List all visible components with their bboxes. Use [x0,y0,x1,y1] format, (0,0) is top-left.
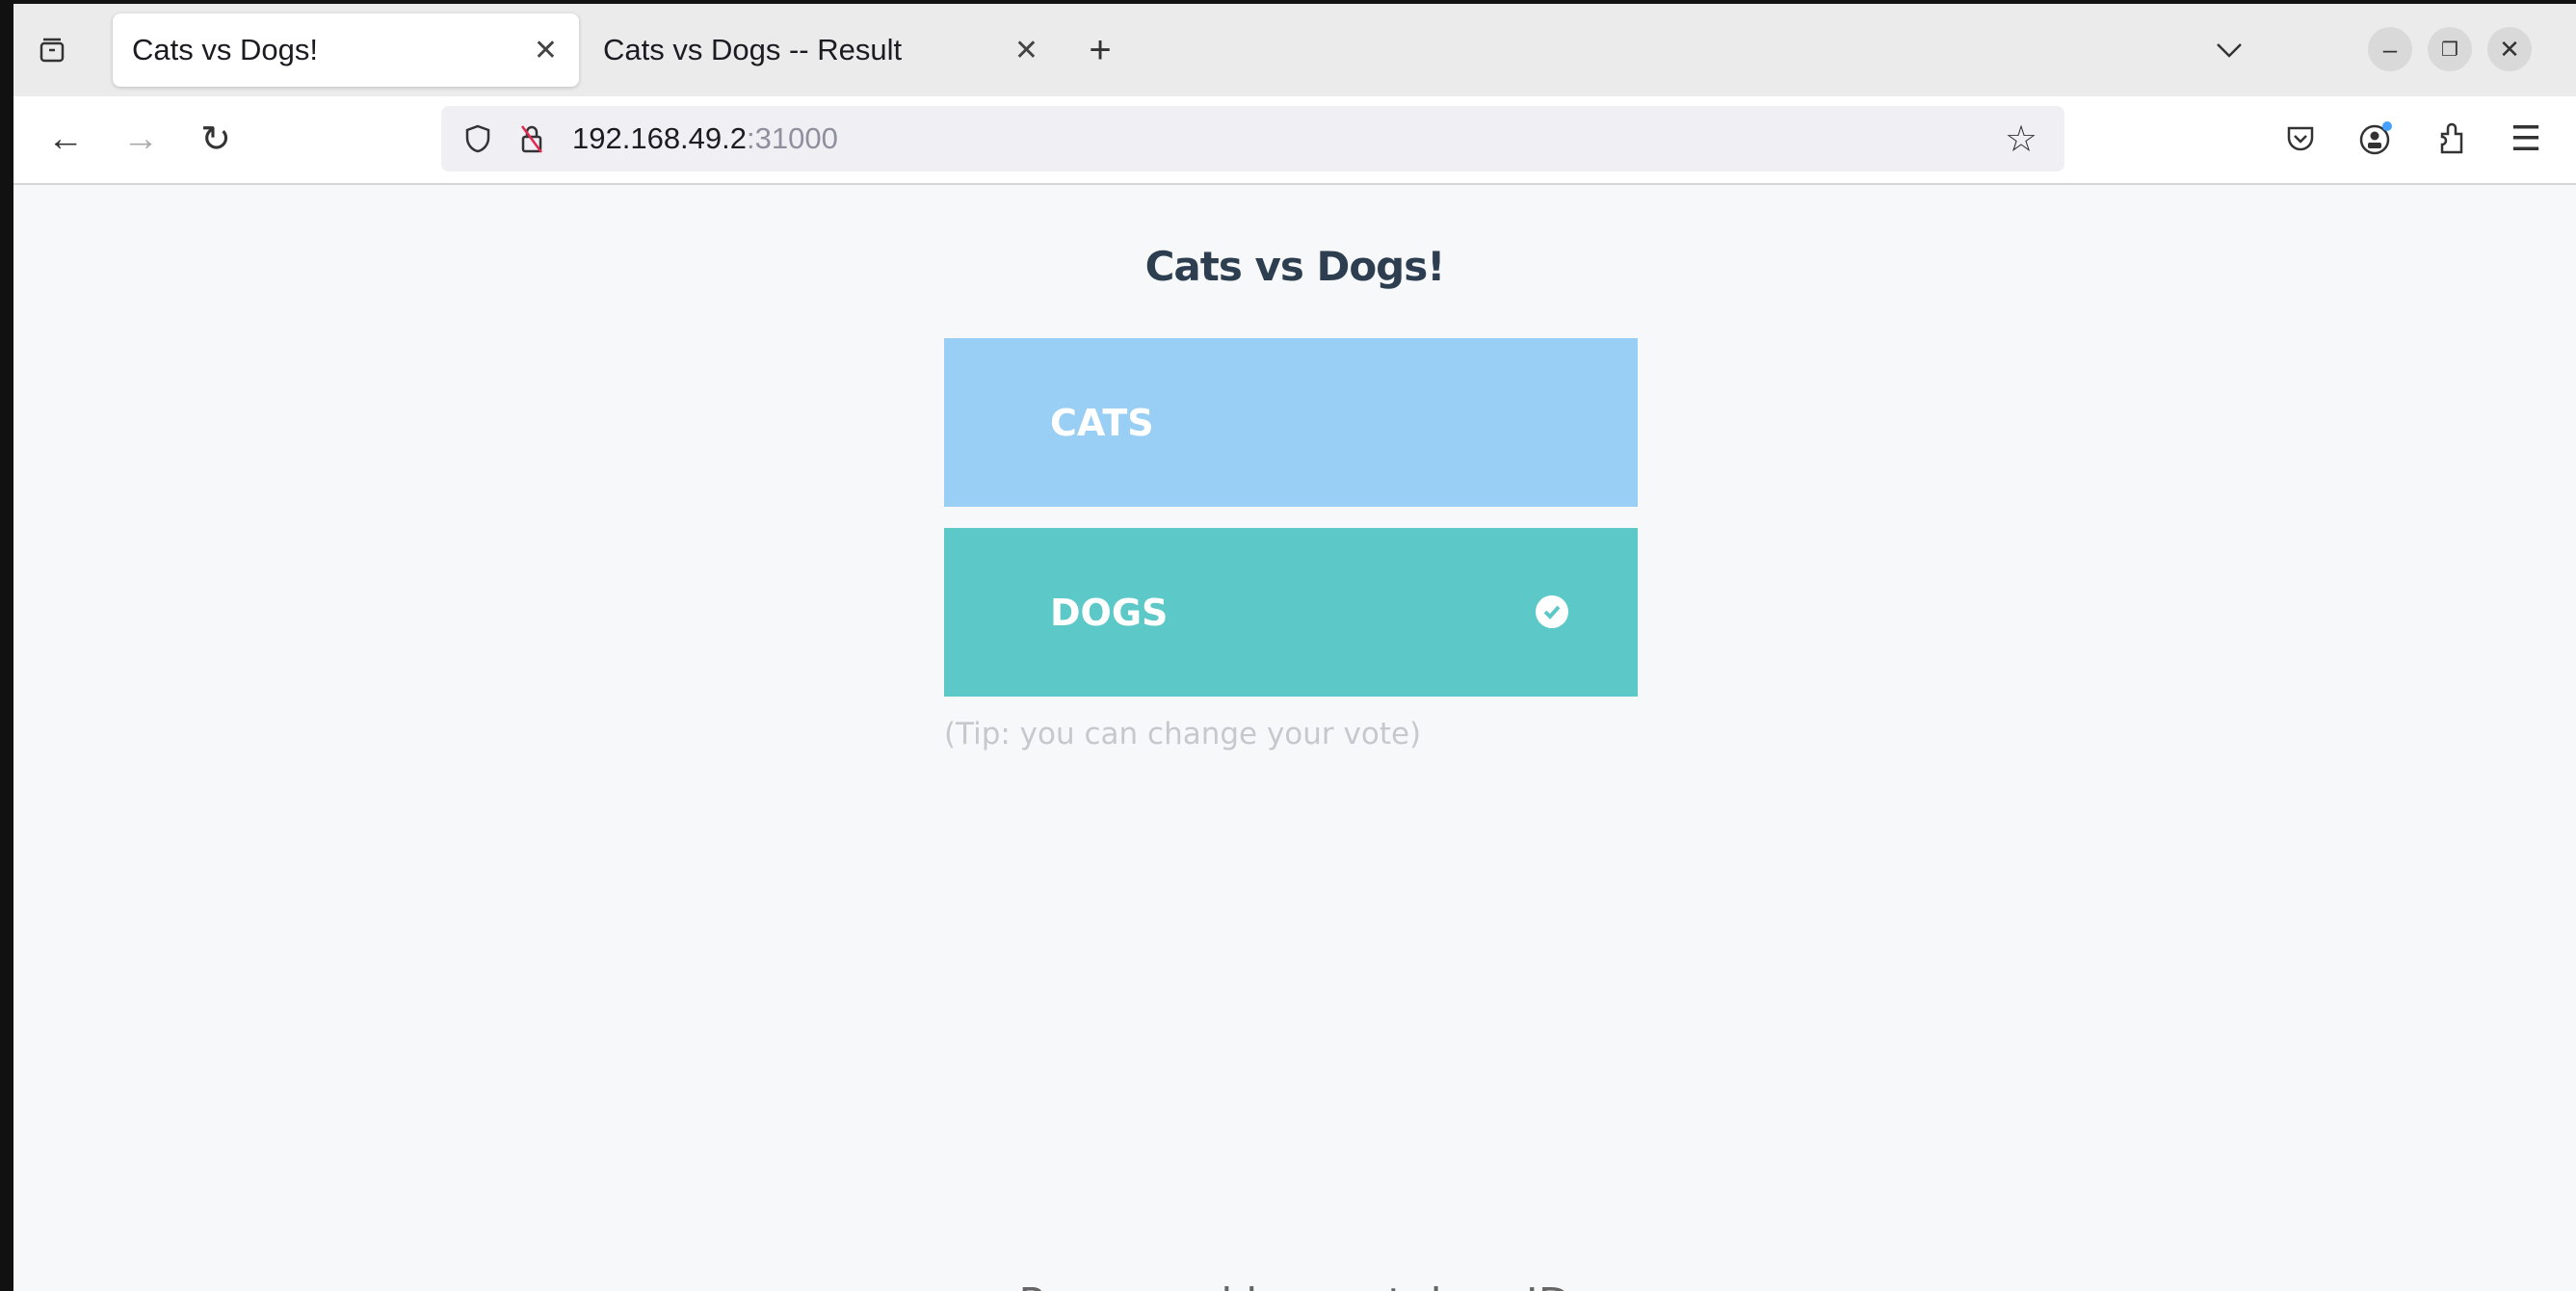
page-title: Cats vs Dogs! [1144,243,1446,290]
url-port: :31000 [747,121,838,155]
menu-hamburger-icon[interactable]: ☰ [2503,116,2549,162]
forward-arrow-icon[interactable]: → [118,116,164,162]
extensions-puzzle-icon[interactable] [2430,116,2476,162]
check-circle-icon [1536,595,1568,628]
close-tab-icon[interactable]: ✕ [1014,34,1038,67]
footer-container-id: Processed by container ID [13,1279,2576,1291]
tab-bar: Cats vs Dogs! ✕ Cats vs Dogs -- Result ✕… [13,4,2576,96]
back-arrow-icon[interactable]: ← [42,116,89,162]
new-tab-icon[interactable]: + [1077,27,1123,73]
tab-overview-icon[interactable] [29,27,75,73]
tab-result[interactable]: Cats vs Dogs -- Result ✕ [584,13,1060,87]
pocket-icon[interactable] [2277,116,2324,162]
voting-page: Cats vs Dogs! CATS DOGS (Tip: you can ch… [13,185,2576,1291]
bookmark-star-icon[interactable]: ☆ [1998,116,2044,162]
list-tabs-chevron-down-icon[interactable] [2206,27,2252,73]
tip-text: (Tip: you can change your vote) [944,717,1422,751]
minimize-button[interactable]: – [2368,27,2412,71]
insecure-lock-icon[interactable] [509,116,555,162]
url-text[interactable]: 192.168.49.2:31000 [572,106,838,171]
reload-icon[interactable]: ↻ [193,116,239,162]
close-tab-icon[interactable]: ✕ [534,34,558,67]
tab-label: Cats vs Dogs -- Result [603,33,903,66]
browser-window: Cats vs Dogs! ✕ Cats vs Dogs -- Result ✕… [13,4,2576,1291]
vote-dogs-button[interactable]: DOGS [944,528,1638,697]
url-host: 192.168.49.2 [572,121,748,155]
close-window-button[interactable]: ✕ [2487,27,2532,71]
shield-icon[interactable] [455,116,501,162]
restore-button[interactable]: ❐ [2428,27,2472,71]
vote-cats-button[interactable]: CATS [944,338,1638,507]
tab-label: Cats vs Dogs! [132,33,318,66]
tab-cats-vs-dogs[interactable]: Cats vs Dogs! ✕ [113,13,579,87]
dogs-label: DOGS [1050,591,1169,634]
nav-toolbar: ← → ↻ 192.168.49.2:31000 ☆ ☰ [13,96,2576,185]
cats-label: CATS [1050,401,1154,444]
account-icon[interactable] [2353,116,2399,162]
url-bar[interactable]: 192.168.49.2:31000 ☆ [441,106,2064,171]
